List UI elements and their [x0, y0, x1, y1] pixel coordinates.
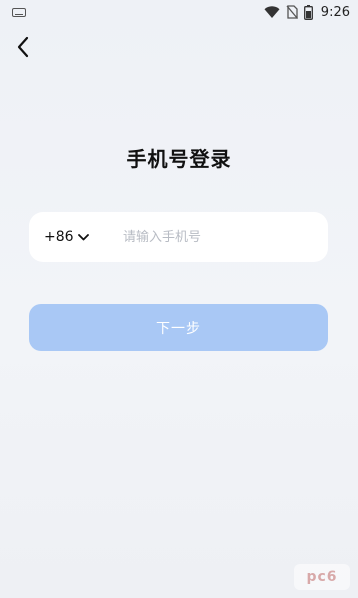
country-code-selector[interactable]: +86 — [29, 212, 121, 262]
keyboard-icon — [12, 7, 26, 17]
phone-input-row: +86 — [29, 212, 328, 262]
next-button[interactable]: 下一步 — [29, 304, 328, 351]
status-time: 9:26 — [320, 4, 350, 20]
no-sim-icon — [286, 5, 298, 19]
back-button[interactable] — [10, 34, 36, 60]
chevron-left-icon — [17, 36, 29, 58]
country-code-label: +86 — [44, 229, 74, 245]
battery-icon — [303, 4, 313, 20]
wifi-icon — [264, 6, 280, 18]
chevron-down-icon — [77, 233, 89, 241]
phone-number-input[interactable] — [121, 212, 328, 262]
status-bar: 9:26 — [0, 0, 358, 24]
watermark-logo: pc6 — [294, 564, 350, 590]
page-title: 手机号登录 — [126, 147, 232, 171]
